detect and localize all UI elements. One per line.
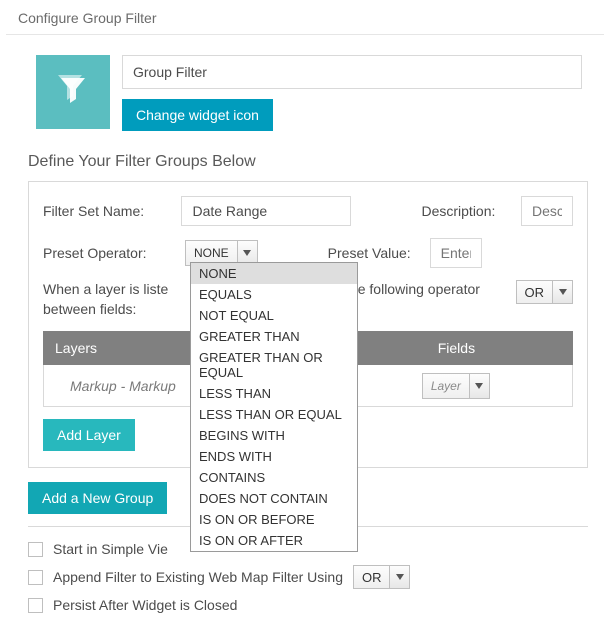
add-new-group-button[interactable]: Add a New Group <box>28 482 167 514</box>
grid-col-fields: Fields <box>340 340 573 356</box>
append-operator-select[interactable]: OR <box>353 565 411 589</box>
chevron-down-icon[interactable] <box>552 281 572 303</box>
operator-option[interactable]: DOES NOT CONTAIN <box>191 488 357 509</box>
operator-option[interactable]: IS ON OR AFTER <box>191 530 357 551</box>
description-input[interactable] <box>521 196 573 226</box>
filter-name-input[interactable] <box>181 196 351 226</box>
filter-name-label: Filter Set Name: <box>43 203 171 219</box>
sentence-part-a: When a layer is liste <box>43 281 168 297</box>
preset-operator-label: Preset Operator: <box>43 245 175 261</box>
option-simple-view-label: Start in Simple Vie <box>53 541 168 557</box>
between-operator-select[interactable]: OR <box>516 280 574 304</box>
operator-option[interactable]: LESS THAN OR EQUAL <box>191 404 357 425</box>
append-operator-value: OR <box>354 566 390 588</box>
change-widget-icon-button[interactable]: Change widget icon <box>122 99 273 131</box>
operator-option[interactable]: ENDS WITH <box>191 446 357 467</box>
option-persist-label: Persist After Widget is Closed <box>53 597 237 613</box>
grid-row-field-select[interactable]: Layer <box>422 373 490 399</box>
chevron-down-icon[interactable] <box>389 566 409 588</box>
between-operator-value: OR <box>517 281 553 303</box>
divider <box>6 34 604 35</box>
pane-title: Configure Group Filter <box>6 6 604 32</box>
operator-option[interactable]: BEGINS WITH <box>191 425 357 446</box>
option-append-filter-label: Append Filter to Existing Web Map Filter… <box>53 569 343 585</box>
description-label: Description: <box>421 203 511 219</box>
operator-option[interactable]: GREATER THAN <box>191 326 357 347</box>
preset-value-input[interactable] <box>430 238 482 268</box>
chevron-down-icon[interactable] <box>469 374 489 398</box>
operator-option[interactable]: LESS THAN <box>191 383 357 404</box>
operator-option[interactable]: NOT EQUAL <box>191 305 357 326</box>
preset-operator-dropdown[interactable]: NONEEQUALSNOT EQUALGREATER THANGREATER T… <box>190 262 358 552</box>
checkbox-persist[interactable] <box>28 598 43 613</box>
checkbox-simple-view[interactable] <box>28 542 43 557</box>
grid-row-field-value: Layer <box>423 374 469 398</box>
preset-value-label: Preset Value: <box>328 245 420 261</box>
widget-icon-tile[interactable] <box>36 55 110 129</box>
add-layer-button[interactable]: Add Layer <box>43 419 135 451</box>
operator-option[interactable]: IS ON OR BEFORE <box>191 509 357 530</box>
checkbox-append-filter[interactable] <box>28 570 43 585</box>
operator-option[interactable]: GREATER THAN OR EQUAL <box>191 347 357 383</box>
section-subheading: Define Your Filter Groups Below <box>6 131 604 181</box>
operator-option[interactable]: EQUALS <box>191 284 357 305</box>
operator-option[interactable]: CONTAINS <box>191 467 357 488</box>
operator-option[interactable]: NONE <box>191 263 357 284</box>
widget-title-input[interactable] <box>122 55 582 89</box>
filter-icon <box>53 72 93 112</box>
